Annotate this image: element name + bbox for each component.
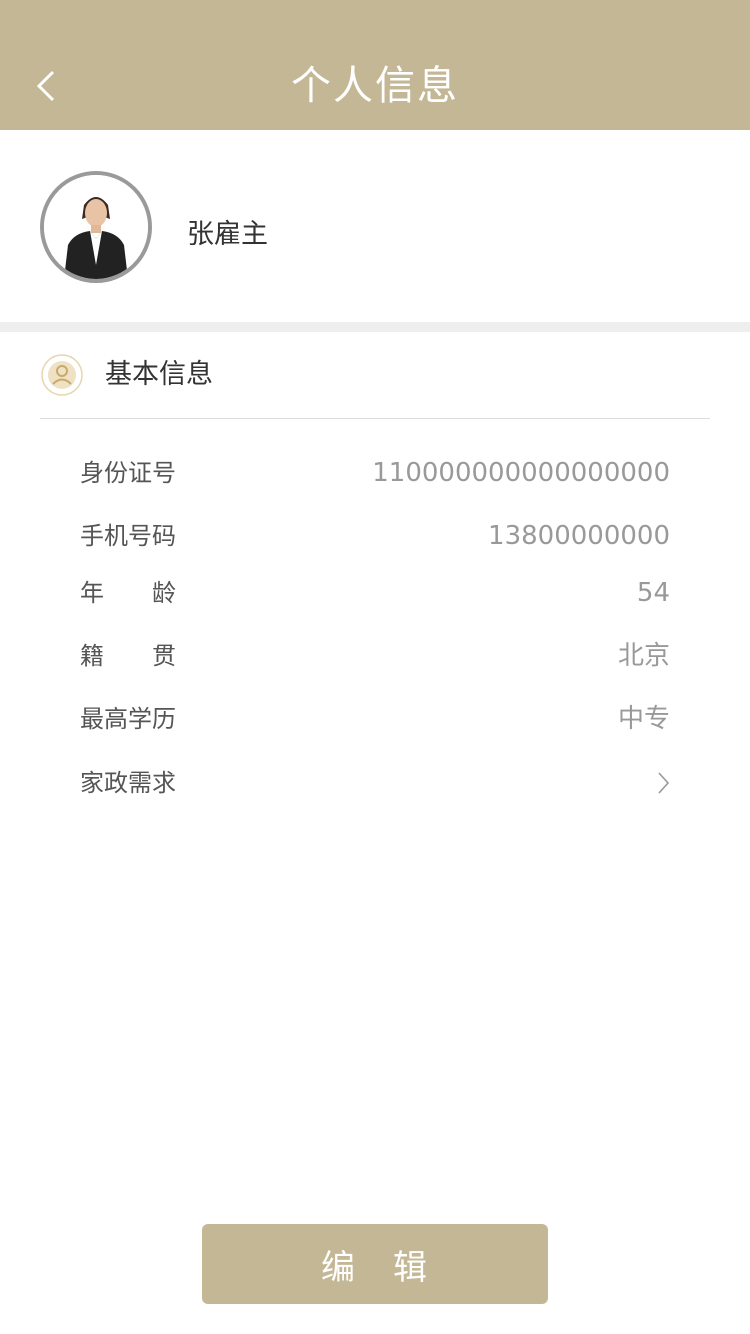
user-name: 张雇主 xyxy=(187,219,268,250)
id-number-value: 110000000000000000 xyxy=(372,458,670,488)
user-circle-icon xyxy=(41,354,83,396)
id-number-row: 身份证号 110000000000000000 xyxy=(80,451,670,495)
divider xyxy=(40,418,710,419)
avatar-photo xyxy=(44,175,148,279)
id-number-label: 身份证号 xyxy=(80,459,176,487)
education-row: 最高学历 中专 xyxy=(80,697,670,741)
hometown-row: 籍 贯 北京 xyxy=(80,634,670,678)
age-value: 54 xyxy=(636,578,670,608)
housekeeping-needs-label: 家政需求 xyxy=(80,769,176,797)
page-title: 个人信息 xyxy=(291,63,459,109)
avatar[interactable] xyxy=(40,171,152,283)
hometown-label: 籍 贯 xyxy=(80,642,176,670)
hometown-value: 北京 xyxy=(617,641,670,671)
basic-info-header: 基本信息 xyxy=(0,332,750,418)
education-label: 最高学历 xyxy=(80,705,176,733)
section-title: 基本信息 xyxy=(105,359,213,390)
age-row: 年 龄 54 xyxy=(80,571,670,615)
education-value: 中专 xyxy=(617,704,670,734)
housekeeping-needs-row[interactable]: 家政需求 xyxy=(80,761,670,805)
section-gap xyxy=(0,322,750,332)
edit-button[interactable]: 编 辑 xyxy=(202,1224,548,1304)
phone-value: 13800000000 xyxy=(488,521,670,551)
chevron-right-icon xyxy=(656,771,670,795)
age-label: 年 龄 xyxy=(80,579,176,607)
phone-label: 手机号码 xyxy=(80,522,176,550)
phone-row: 手机号码 13800000000 xyxy=(80,514,670,558)
profile-card: 张雇主 xyxy=(0,130,750,322)
header-bar: 个人信息 xyxy=(0,0,750,130)
